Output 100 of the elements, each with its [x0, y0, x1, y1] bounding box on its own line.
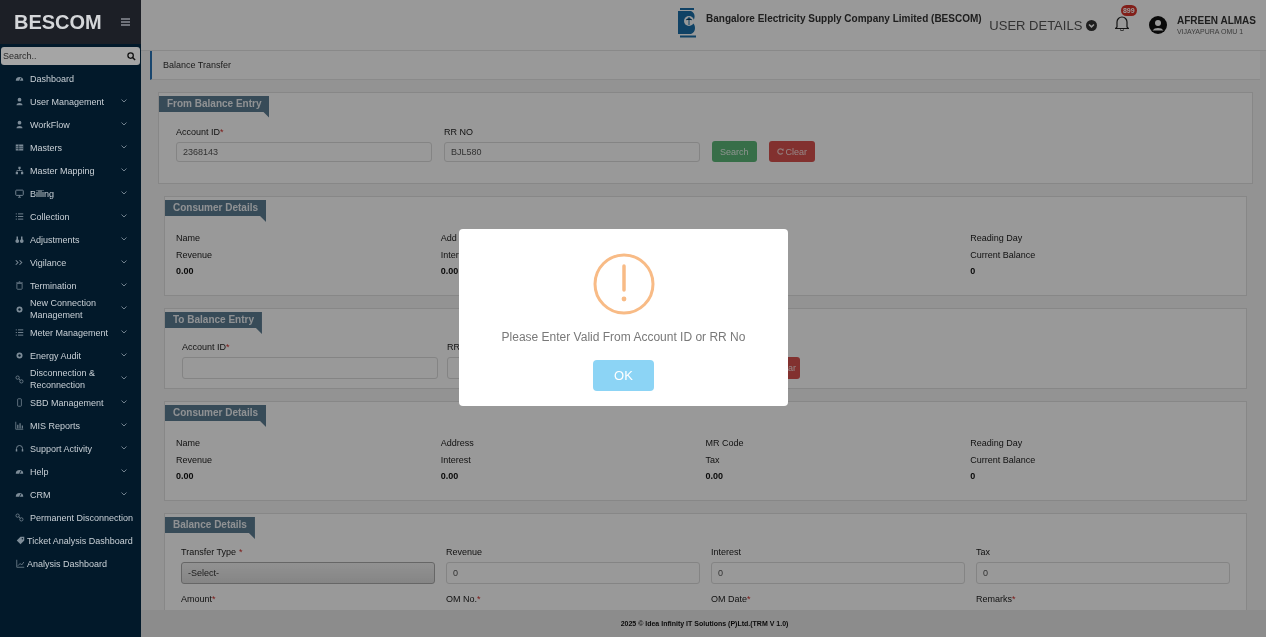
detail-label: Revenue — [176, 249, 214, 262]
gauge-icon — [15, 490, 24, 499]
section-ribbon: From Balance Entry — [159, 96, 270, 118]
menu-icon[interactable] — [121, 18, 130, 26]
section-ribbon: To Balance Entry — [165, 312, 262, 334]
field-label: OM Date* — [711, 594, 752, 604]
field-label: Remarks* — [976, 594, 1017, 604]
sidebar-item[interactable]: Termination — [0, 274, 141, 297]
line-chart-icon — [16, 559, 25, 568]
input-field[interactable]: 0 — [446, 562, 700, 584]
list-icon — [15, 328, 24, 337]
detail-value: 0.00 — [176, 265, 195, 278]
detail-value: 0.00 — [705, 470, 725, 483]
field-label: RR — [447, 342, 461, 352]
list-icon — [15, 212, 24, 221]
sidebar-item[interactable]: User Management — [0, 90, 141, 113]
input-field[interactable]: 0 — [711, 562, 965, 584]
monitor-icon — [15, 189, 24, 198]
user-details-menu[interactable]: USER DETAILS — [989, 17, 1097, 33]
detail-label: Name — [176, 437, 201, 450]
detail-value: 0.00 — [440, 470, 460, 483]
headset-icon — [15, 444, 24, 453]
detail-label: Address — [440, 437, 475, 450]
brand-title: BESCOM — [14, 10, 102, 34]
bell-icon[interactable] — [1114, 15, 1129, 31]
chevrons-icon — [15, 258, 24, 267]
link-icon — [15, 513, 24, 522]
tag-icon — [16, 536, 25, 545]
field-label: Tax — [976, 547, 991, 557]
sidebar-item[interactable]: Support Activity — [0, 437, 141, 460]
refresh-icon — [776, 148, 784, 155]
sidebar-item[interactable]: Masters — [0, 136, 141, 159]
field-label: Amount* — [181, 594, 217, 604]
bar-chart-icon — [15, 421, 24, 430]
sidebar-item[interactable]: Billing — [0, 182, 141, 205]
user-icon — [15, 97, 24, 106]
sidebar-item[interactable]: SBD Management — [0, 391, 141, 414]
dialog-message: Please Enter Valid From Account ID or RR No — [501, 330, 746, 344]
sidebar-item[interactable]: New Connection Management — [0, 297, 141, 321]
sidebar-item[interactable]: Disconnection & Reconnection — [0, 367, 141, 391]
binoculars-icon — [15, 235, 24, 244]
sidebar-item[interactable]: Analysis Dashboard — [0, 552, 141, 575]
section-ribbon: Consumer Details — [165, 200, 267, 222]
table-icon — [15, 143, 24, 152]
user-icon — [15, 120, 24, 129]
section-ribbon: Balance Details — [165, 517, 255, 539]
sidebar-item[interactable]: Meter Management — [0, 321, 141, 344]
sidebar-item[interactable]: MIS Reports — [0, 414, 141, 437]
field-label: RR NO — [444, 127, 474, 137]
trash-icon — [15, 281, 24, 290]
input-field[interactable]: BJL580 — [444, 142, 700, 162]
detail-label: Interest — [440, 454, 472, 467]
gauge-icon — [15, 467, 24, 476]
detail-label: Reading Day — [970, 437, 1024, 450]
gauge-icon — [15, 74, 24, 83]
sidebar-item[interactable]: CRM — [0, 483, 141, 506]
detail-label: MR Code — [705, 437, 745, 450]
user-name: AFREEN ALMAS — [1176, 15, 1256, 26]
sidebar-item[interactable]: Help — [0, 460, 141, 483]
field-label: Account ID* — [182, 342, 231, 352]
detail-value: 0.00 — [440, 265, 460, 278]
field-label: Revenue — [446, 547, 484, 557]
search-field[interactable]: Search.. — [1, 47, 140, 65]
detail-label: Add — [440, 232, 458, 245]
field-label: Transfer Type * — [181, 547, 244, 557]
detail-label: Current Balance — [970, 454, 1037, 467]
field-label: Interest — [711, 547, 742, 557]
sidebar-item[interactable]: Ticket Analysis Dashboard — [0, 529, 141, 552]
sidebar-item[interactable]: Energy Audit — [0, 344, 141, 367]
search-icon[interactable] — [127, 52, 136, 61]
mobile-icon — [15, 398, 24, 407]
page-title: Balance Transfer — [163, 60, 232, 70]
sidebar-item[interactable]: WorkFlow — [0, 113, 141, 136]
detail-label: Revenue — [176, 454, 214, 467]
field-label: OM No.* — [446, 594, 482, 604]
detail-value: 0 — [970, 265, 977, 278]
avatar-icon — [1148, 16, 1167, 34]
sidebar-item[interactable]: Vigilance — [0, 251, 141, 274]
detail-value: 0.00 — [176, 470, 195, 483]
input-field[interactable]: 0 — [976, 562, 1230, 584]
gear-icon — [15, 304, 24, 314]
detail-label: Reading Day — [970, 232, 1024, 245]
gear-icon — [15, 351, 24, 360]
link-icon — [15, 374, 24, 384]
detail-label: Inter — [440, 249, 460, 262]
sidebar-item[interactable]: Permanent Disconnection — [0, 506, 141, 529]
input-field[interactable]: 2368143 — [176, 142, 432, 162]
detail-label: Name — [176, 232, 201, 245]
select-field[interactable]: -Select- — [181, 562, 435, 584]
warning-icon — [592, 253, 655, 315]
sitemap-icon — [15, 166, 24, 175]
chevron-circle-icon — [1085, 19, 1097, 31]
sidebar-item[interactable]: Adjustments — [0, 228, 141, 251]
company-name: Bangalore Electricity Supply Company Limited (BESCOM) — [706, 12, 982, 24]
section-ribbon: Consumer Details — [165, 405, 267, 427]
sidebar-item[interactable]: Master Mapping — [0, 159, 141, 182]
detail-label: Current Balance — [970, 249, 1037, 262]
field-label: Account ID* — [176, 127, 225, 137]
sidebar-item[interactable]: Collection — [0, 205, 141, 228]
sidebar-item[interactable]: Dashboard — [0, 67, 141, 90]
